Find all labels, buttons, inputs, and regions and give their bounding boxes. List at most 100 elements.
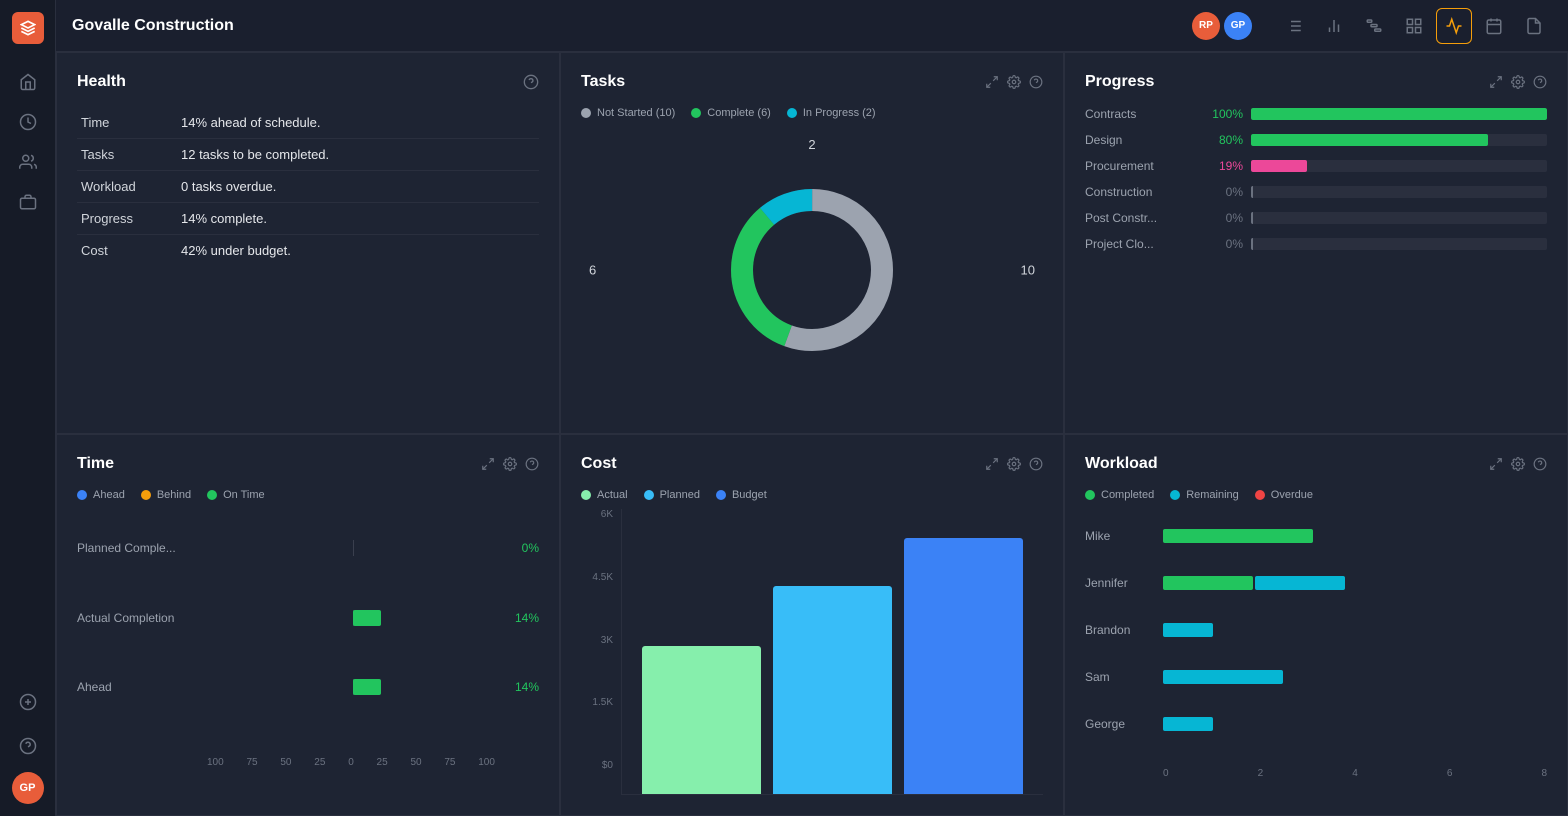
sidebar-item-clock[interactable] [10, 104, 46, 140]
tasks-help-btn[interactable] [1029, 75, 1043, 89]
toolbar-grid-btn[interactable] [1396, 8, 1432, 44]
tasks-expand-btn[interactable] [985, 75, 999, 89]
health-row-value: 0 tasks overdue. [177, 171, 539, 203]
sidebar-item-add[interactable] [10, 684, 46, 720]
toolbar-bar-btn[interactable] [1316, 8, 1352, 44]
progress-bar-zero [1251, 238, 1253, 250]
health-row-value: 42% under budget. [177, 235, 539, 267]
ontime-dot [207, 490, 217, 500]
sidebar-item-home[interactable] [10, 64, 46, 100]
legend-dot [787, 108, 797, 118]
time-expand-btn[interactable] [481, 457, 495, 471]
cost-bar-planned [773, 586, 892, 794]
dashboard-grid: Health Time14% ahead of schedule.Tasks12… [56, 52, 1568, 816]
behind-label: Behind [157, 489, 191, 501]
sidebar-item-briefcase[interactable] [10, 184, 46, 220]
workload-axis-8: 8 [1541, 768, 1547, 779]
progress-row-label: Project Clo... [1085, 237, 1195, 251]
cost-bar-budget [904, 538, 1023, 795]
progress-title: Progress [1085, 73, 1489, 91]
time-bar-bg-planned [207, 540, 499, 556]
toolbar-doc-btn[interactable] [1516, 8, 1552, 44]
workload-panel-header: Workload [1085, 455, 1547, 473]
workload-panel: Workload Completed [1064, 434, 1568, 816]
donut-chart: 2 6 10 [581, 127, 1043, 413]
progress-row: Construction 0% [1085, 185, 1547, 199]
time-settings-btn[interactable] [503, 457, 517, 471]
tasks-legend-item: Not Started (10) [581, 107, 675, 119]
time-panel: Time Ahead [56, 434, 560, 816]
tasks-panel: Tasks Not Started (10)Complete (6)In Pro… [560, 52, 1064, 434]
progress-panel-actions [1489, 75, 1547, 89]
cost-legend-budget: Budget [716, 489, 767, 501]
tasks-panel-actions [985, 75, 1043, 89]
workload-bars-sam [1163, 670, 1547, 684]
main-content: Govalle Construction RP GP [56, 0, 1568, 816]
time-title: Time [77, 455, 481, 473]
ahead-label: Ahead [93, 489, 125, 501]
workload-expand-btn[interactable] [1489, 457, 1503, 471]
sam-remaining-bar [1163, 670, 1283, 684]
workload-name-brandon: Brandon [1085, 623, 1155, 637]
progress-row-pct: 19% [1203, 159, 1243, 173]
avatar-gp: GP [1224, 12, 1252, 40]
cost-y-4.5k: 4.5K [592, 572, 613, 583]
progress-expand-btn[interactable] [1489, 75, 1503, 89]
toolbar-gantt-btn[interactable] [1356, 8, 1392, 44]
time-bar-area-actual: 14% [207, 610, 539, 626]
time-legend-behind: Behind [141, 489, 191, 501]
progress-help-btn[interactable] [1533, 75, 1547, 89]
health-row-label: Tasks [77, 139, 177, 171]
completed-label: Completed [1101, 489, 1154, 501]
time-panel-header: Time [77, 455, 539, 473]
actual-dot [581, 490, 591, 500]
cost-expand-btn[interactable] [985, 457, 999, 471]
tasks-settings-btn[interactable] [1007, 75, 1021, 89]
health-row-label: Workload [77, 171, 177, 203]
legend-label: Complete (6) [707, 107, 771, 119]
workload-help-btn[interactable] [1533, 457, 1547, 471]
cost-bar-actual [642, 646, 761, 794]
health-row: Workload0 tasks overdue. [77, 171, 539, 203]
time-row-label-actual: Actual Completion [77, 611, 207, 625]
progress-settings-btn[interactable] [1511, 75, 1525, 89]
health-panel: Health Time14% ahead of schedule.Tasks12… [56, 52, 560, 434]
cost-settings-btn[interactable] [1007, 457, 1021, 471]
time-axis-75l: 75 [246, 757, 257, 768]
progress-bar-bg [1251, 108, 1547, 120]
cost-help-btn[interactable] [1029, 457, 1043, 471]
health-help-btn[interactable] [523, 74, 539, 90]
progress-bar-bg [1251, 134, 1547, 146]
health-row-value: 14% complete. [177, 203, 539, 235]
cost-chart-container: 6K 4.5K 3K 1.5K $0 [581, 509, 1043, 795]
time-bar-bg-ahead [207, 679, 499, 695]
health-row: Progress14% complete. [77, 203, 539, 235]
overdue-label: Overdue [1271, 489, 1313, 501]
workload-settings-btn[interactable] [1511, 457, 1525, 471]
toolbar-dashboard-btn[interactable] [1436, 8, 1472, 44]
time-bar-ahead [353, 679, 381, 695]
george-remaining-bar [1163, 717, 1213, 731]
workload-axis-0: 0 [1163, 768, 1169, 779]
progress-row-label: Post Constr... [1085, 211, 1195, 225]
remaining-label: Remaining [1186, 489, 1239, 501]
toolbar-list-btn[interactable] [1276, 8, 1312, 44]
time-axis-75r: 75 [444, 757, 455, 768]
legend-label: Not Started (10) [597, 107, 675, 119]
progress-row-label: Contracts [1085, 107, 1195, 121]
time-axis-25r: 25 [377, 757, 388, 768]
workload-row-george: George [1085, 717, 1547, 731]
sidebar-item-users[interactable] [10, 144, 46, 180]
toolbar-calendar-btn[interactable] [1476, 8, 1512, 44]
cost-legend: Actual Planned Budget [581, 489, 1043, 501]
sidebar-item-help[interactable] [10, 728, 46, 764]
workload-legend-completed: Completed [1085, 489, 1154, 501]
workload-name-sam: Sam [1085, 670, 1155, 684]
health-row-value: 14% ahead of schedule. [177, 107, 539, 139]
time-row-planned: Planned Comple... 0% [77, 540, 539, 556]
time-panel-actions [481, 457, 539, 471]
time-pct-actual: 14% [499, 611, 539, 625]
app-logo[interactable] [12, 12, 44, 44]
user-avatar[interactable]: GP [12, 772, 44, 804]
time-help-btn[interactable] [525, 457, 539, 471]
